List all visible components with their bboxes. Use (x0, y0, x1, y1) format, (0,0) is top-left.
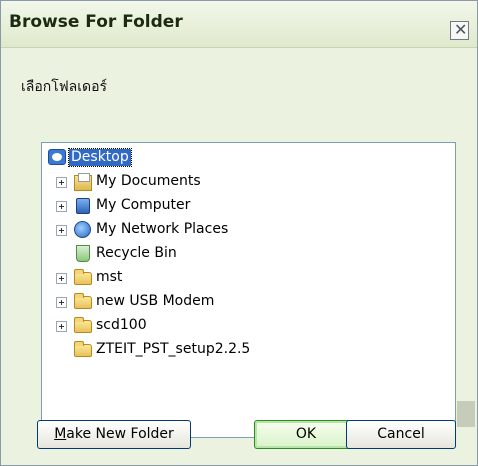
tree-item-label: Desktop (68, 148, 132, 167)
folder-tree[interactable]: Desktop My Documents My Computer My Netw… (41, 142, 456, 438)
make-new-folder-accelerator: M (54, 426, 67, 442)
prompt-label: เลือกโฟลเดอร์ (21, 79, 108, 95)
browse-for-folder-dialog: Browse For Folder ✕ เลือกโฟลเดอร์ Deskto… (0, 0, 478, 466)
dialog-body: เลือกโฟลเดอร์ Desktop My Documents My Co… (1, 48, 477, 465)
cancel-label: Cancel (377, 426, 425, 442)
tree-item-label: ZTEIT_PST_setup2.2.5 (96, 341, 251, 357)
folder-icon (74, 317, 92, 333)
resize-grip[interactable] (457, 401, 475, 427)
recycle-bin-icon (76, 245, 90, 262)
folder-icon (74, 293, 92, 309)
tree-item-label: My Documents (96, 173, 201, 189)
tree-item-label: My Network Places (96, 221, 229, 237)
make-new-folder-label: ake New Folder (66, 426, 174, 442)
tree-item-label: new USB Modem (96, 293, 215, 309)
my-documents-icon (74, 173, 92, 191)
title-bar[interactable]: Browse For Folder ✕ (1, 1, 477, 48)
expand-icon[interactable] (56, 321, 67, 332)
cancel-button[interactable]: Cancel (346, 420, 456, 449)
tree-item-label: Recycle Bin (96, 245, 177, 261)
network-places-icon (74, 221, 91, 238)
folder-icon (74, 341, 92, 357)
expand-icon[interactable] (56, 225, 67, 236)
desktop-icon (48, 149, 66, 165)
my-computer-icon (76, 198, 90, 214)
tree-item-label: scd100 (96, 317, 147, 333)
tree-item-label: mst (96, 269, 123, 285)
window-title: Browse For Folder (9, 12, 183, 32)
expand-icon[interactable] (56, 273, 67, 284)
expand-icon[interactable] (56, 297, 67, 308)
expand-icon[interactable] (56, 177, 67, 188)
tree-item-label: My Computer (96, 197, 191, 213)
close-button[interactable]: ✕ (450, 20, 469, 40)
ok-label: OK (295, 426, 317, 442)
expand-icon[interactable] (56, 201, 67, 212)
ok-button[interactable]: OK (254, 420, 358, 449)
close-icon: ✕ (454, 20, 468, 39)
make-new-folder-button[interactable]: Make New Folder (37, 420, 191, 449)
folder-icon (74, 269, 92, 285)
